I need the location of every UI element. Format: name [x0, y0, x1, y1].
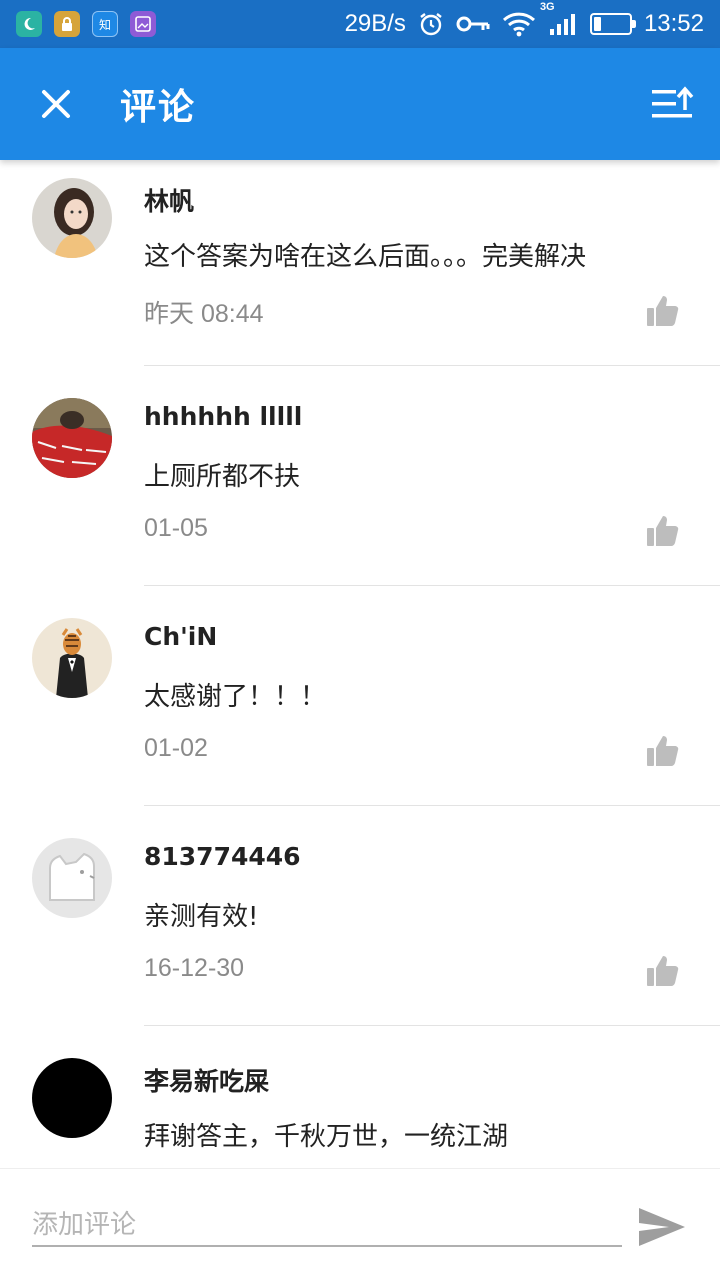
comment-text: 亲测有效!: [144, 902, 259, 932]
comment-input[interactable]: [32, 1205, 622, 1247]
app-bar: 评论: [0, 48, 720, 160]
sort-button[interactable]: [648, 80, 696, 128]
vpn-key-icon: [456, 13, 490, 35]
send-button[interactable]: [632, 1199, 692, 1255]
comment-item: 813774446 亲测有效! 16-12-30: [0, 820, 720, 1040]
avatar[interactable]: [32, 618, 112, 698]
status-bar: 知 29B/s 3G 13:52: [0, 0, 720, 48]
page-title: 评论: [120, 87, 197, 128]
gallery-app-icon: [130, 11, 156, 37]
comment-item: Ch'iN 太感谢了！！！ 01-02: [0, 600, 720, 820]
comment-time: 01-05: [144, 514, 208, 542]
like-button[interactable]: [640, 948, 686, 994]
status-time: 13:52: [643, 10, 704, 37]
commenter-name[interactable]: 李易新吃屎: [144, 1062, 269, 1098]
divider: [144, 805, 720, 806]
avatar[interactable]: [32, 1058, 112, 1138]
comment-time: 昨天 08:44: [144, 300, 264, 328]
alarm-icon: [418, 11, 444, 37]
moon-icon: [16, 11, 42, 37]
thumbs-up-icon: [647, 736, 679, 766]
avatar[interactable]: [32, 398, 112, 478]
thumbs-up-icon: [647, 296, 679, 326]
comment-text: 太感谢了！！！: [144, 682, 327, 712]
like-button[interactable]: [640, 288, 686, 334]
sort-icon: [652, 86, 694, 118]
net-speed: 29B/s: [344, 10, 406, 37]
commenter-name[interactable]: 林帆: [144, 182, 194, 218]
lock-app-icon: [54, 11, 80, 37]
comment-item: hhhhhh lllll 上厕所都不扶 01-05: [0, 380, 720, 600]
comment-text: 拜谢答主，千秋万世，一统江湖: [144, 1122, 509, 1152]
zhihu-app-glyph: 知: [98, 17, 111, 32]
signal-icon: 3G: [540, 1, 578, 37]
status-indicators: 29B/s 3G 13:52: [344, 1, 704, 38]
wifi-icon: [502, 11, 536, 37]
commenter-name[interactable]: 813774446: [144, 842, 301, 871]
notification-icons: 知: [16, 11, 156, 37]
close-icon: [42, 90, 70, 118]
send-icon: [639, 1208, 685, 1246]
divider: [144, 365, 720, 366]
thumbs-up-icon: [647, 956, 679, 986]
like-button[interactable]: [640, 508, 686, 554]
comment-item: 李易新吃屎 拜谢答主，千秋万世，一统江湖: [0, 1040, 720, 1168]
commenter-name[interactable]: hhhhhh lllll: [144, 402, 302, 431]
comment-list[interactable]: 林帆 这个答案为啥在这么后面。。。完美解决 昨天 08:44 hhhhhh ll…: [0, 160, 720, 1168]
battery-icon: [589, 13, 636, 35]
comment-text: 上厕所都不扶: [144, 462, 301, 492]
comment-time: 16-12-30: [144, 954, 245, 982]
divider: [144, 1025, 720, 1026]
avatar[interactable]: [32, 178, 112, 258]
comment-time: 01-02: [144, 734, 208, 762]
comment-item: 林帆 这个答案为啥在这么后面。。。完美解决 昨天 08:44: [0, 160, 720, 380]
divider: [144, 585, 720, 586]
commenter-name[interactable]: Ch'iN: [144, 622, 217, 651]
like-button[interactable]: [640, 728, 686, 774]
close-button[interactable]: [26, 74, 86, 134]
comment-input-bar: [0, 1168, 720, 1280]
comment-text: 这个答案为啥在这么后面。。。完美解决: [144, 242, 587, 272]
battery-level: [593, 17, 601, 31]
avatar[interactable]: [32, 838, 112, 918]
zhihu-app-icon: 知: [92, 11, 118, 37]
thumbs-up-icon: [647, 516, 679, 546]
network-type-label: 3G: [539, 1, 555, 13]
